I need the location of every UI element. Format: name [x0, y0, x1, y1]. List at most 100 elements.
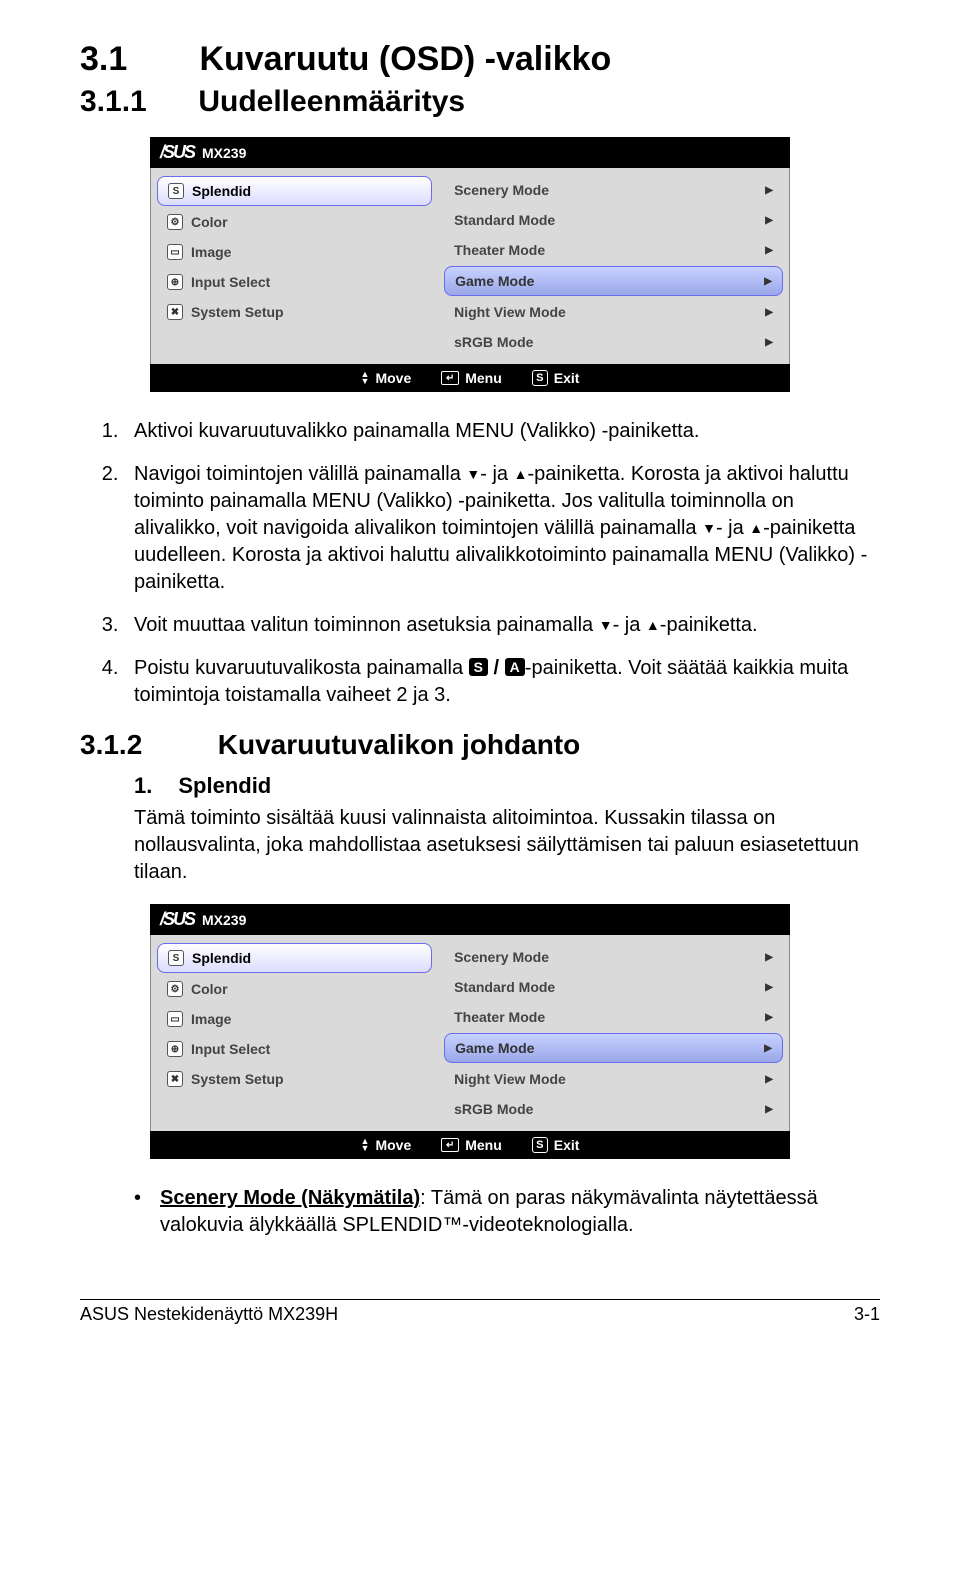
menu-icon: ↵ — [441, 1138, 459, 1152]
color-icon: ⚙ — [167, 981, 183, 997]
instruction-list: Aktivoi kuvaruutuvalikko painamalla MENU… — [80, 418, 880, 709]
mode-srgb[interactable]: sRGB Mode▶ — [444, 1095, 783, 1123]
down-triangle-icon: ▼ — [466, 466, 480, 482]
step-3: Voit muuttaa valitun toiminnon asetuksia… — [124, 612, 880, 639]
menu-splendid[interactable]: S Splendid — [157, 176, 432, 206]
mode-theater[interactable]: Theater Mode▶ — [444, 1003, 783, 1031]
menu-system-setup[interactable]: ✖ System Setup — [157, 298, 432, 326]
footer-exit: SExit — [532, 1137, 580, 1153]
mode-standard[interactable]: Standard Mode▶ — [444, 973, 783, 1001]
chevron-right-icon: ▶ — [765, 307, 773, 318]
mode-nightview[interactable]: Night View Mode▶ — [444, 298, 783, 326]
subheading-text: Splendid — [178, 773, 271, 799]
menu-icon: ↵ — [441, 371, 459, 385]
scenery-bullet: • Scenery Mode (Näkymätila): Tämä on par… — [134, 1185, 880, 1239]
splendid-paragraph: Tämä toiminto sisältää kuusi valinnaista… — [134, 805, 880, 886]
osd-header: /SUS MX239 — [150, 137, 790, 168]
osd-left-menu: S Splendid ⚙ Color ▭ Image ⊕ Input Selec… — [151, 168, 438, 364]
mode-scenery[interactable]: Scenery Mode ▶ — [444, 176, 783, 204]
footer-menu: ↵ Menu — [441, 1137, 502, 1153]
menu-splendid[interactable]: SSplendid — [157, 943, 432, 973]
footer-exit: S Exit — [532, 370, 580, 386]
updown-icon: ▲▼ — [361, 1138, 370, 1152]
menu-color[interactable]: ⚙ Color — [157, 975, 432, 1003]
s-button-icon: S — [469, 658, 488, 676]
osd-panel: /SUS MX239 S Splendid ⚙ Color ▭ Image ⊕ … — [150, 137, 790, 392]
mode-label: Night View Mode — [454, 1071, 566, 1087]
step-text: - ja — [716, 517, 749, 539]
asus-logo: /SUS — [160, 909, 194, 930]
mode-label: sRGB Mode — [454, 1101, 533, 1117]
footer-right: 3-1 — [854, 1304, 880, 1325]
menu-label: System Setup — [191, 1071, 284, 1087]
footer-label: Exit — [554, 370, 580, 386]
footer-menu: ↵ Menu — [441, 370, 502, 386]
footer-label: Move — [375, 370, 411, 386]
chevron-right-icon: ▶ — [765, 337, 773, 348]
menu-label: Image — [191, 1011, 231, 1027]
heading-text: Kuvaruutu (OSD) -valikko — [199, 40, 611, 78]
asus-logo: /SUS — [160, 142, 194, 163]
osd-right-menu: Scenery Mode ▶ Standard Mode▶ Theater Mod… — [438, 168, 789, 364]
chevron-right-icon: ▶ — [765, 1074, 773, 1085]
down-triangle-icon: ▼ — [702, 520, 716, 536]
footer-label: Move — [375, 1137, 411, 1153]
step-text: Aktivoi kuvaruutuvalikko painamalla MENU… — [134, 420, 699, 442]
footer-label: Exit — [554, 1137, 580, 1153]
mode-scenery[interactable]: Scenery Mode▶ — [444, 943, 783, 971]
mode-label: Game Mode — [455, 1040, 534, 1056]
chevron-right-icon: ▶ — [765, 1012, 773, 1023]
bullet-title: Scenery Mode (Näkymätila) — [160, 1187, 420, 1209]
osd-footer: ▲▼ Move ↵ Menu S Exit — [150, 364, 790, 392]
menu-label: Splendid — [192, 950, 251, 966]
updown-icon: ▲▼ — [361, 371, 370, 385]
chevron-right-icon: ▶ — [765, 245, 773, 256]
step-1: Aktivoi kuvaruutuvalikko painamalla MENU… — [124, 418, 880, 445]
menu-label: Color — [191, 981, 228, 997]
step-2: Navigoi toimintojen välillä painamalla ▼… — [124, 461, 880, 596]
image-icon: ▭ — [167, 1011, 183, 1027]
subheading-number: 1. — [134, 773, 152, 799]
menu-system-setup[interactable]: ✖System Setup — [157, 1065, 432, 1093]
step-text: Poistu kuvaruutuvalikosta painamalla — [134, 657, 469, 679]
chevron-right-icon: ▶ — [765, 215, 773, 226]
mode-srgb[interactable]: sRGB Mode▶ — [444, 328, 783, 356]
footer-label: Menu — [465, 370, 502, 386]
step-4: Poistu kuvaruutuvalikosta painamalla S /… — [124, 655, 880, 709]
splendid-subheading: 1. Splendid — [134, 773, 880, 799]
osd-body: S Splendid ⚙ Color ▭ Image ⊕ Input Selec… — [150, 168, 790, 364]
color-icon: ⚙ — [167, 214, 183, 230]
menu-image[interactable]: ▭ Image — [157, 1005, 432, 1033]
mode-theater[interactable]: Theater Mode▶ — [444, 236, 783, 264]
step-text: Voit muuttaa valitun toiminnon asetuksia… — [134, 614, 599, 636]
menu-input-select[interactable]: ⊕Input Select — [157, 1035, 432, 1063]
menu-color[interactable]: ⚙ Color — [157, 208, 432, 236]
menu-image[interactable]: ▭ Image — [157, 238, 432, 266]
heading-number: 3.1.1 — [80, 85, 190, 119]
osd-model: MX239 — [202, 145, 246, 161]
footer-move: ▲▼ Move — [361, 1137, 412, 1153]
input-icon: ⊕ — [167, 1041, 183, 1057]
step-text: - ja — [613, 614, 646, 636]
mode-standard[interactable]: Standard Mode▶ — [444, 206, 783, 234]
chevron-right-icon: ▶ — [765, 185, 773, 196]
mode-game[interactable]: Game Mode▶ — [444, 1033, 783, 1063]
chevron-right-icon: ▶ — [764, 276, 772, 287]
mode-game[interactable]: Game Mode▶ — [444, 266, 783, 296]
step-text: -painiketta. — [660, 614, 758, 636]
mode-nightview[interactable]: Night View Mode ▶ — [444, 1065, 783, 1093]
menu-label: Image — [191, 244, 231, 260]
image-icon: ▭ — [167, 244, 183, 260]
heading-reset: 3.1.1 Uudelleenmääritys — [80, 85, 880, 119]
down-triangle-icon: ▼ — [599, 617, 613, 633]
mode-label: Scenery Mode — [454, 182, 549, 198]
bullet-content: Scenery Mode (Näkymätila): Tämä on paras… — [160, 1185, 880, 1239]
up-triangle-icon: ▲ — [749, 520, 763, 536]
menu-input-select[interactable]: ⊕ Input Select — [157, 268, 432, 296]
bullet-dot: • — [134, 1185, 142, 1239]
osd-body: SSplendid ⚙ Color ▭ Image ⊕Input Select ✖S… — [150, 935, 790, 1131]
up-triangle-icon: ▲ — [646, 617, 660, 633]
heading-text: Uudelleenmääritys — [198, 85, 465, 118]
osd-right-menu: Scenery Mode▶ Standard Mode▶ Theater Mod… — [438, 935, 789, 1131]
footer-label: Menu — [465, 1137, 502, 1153]
